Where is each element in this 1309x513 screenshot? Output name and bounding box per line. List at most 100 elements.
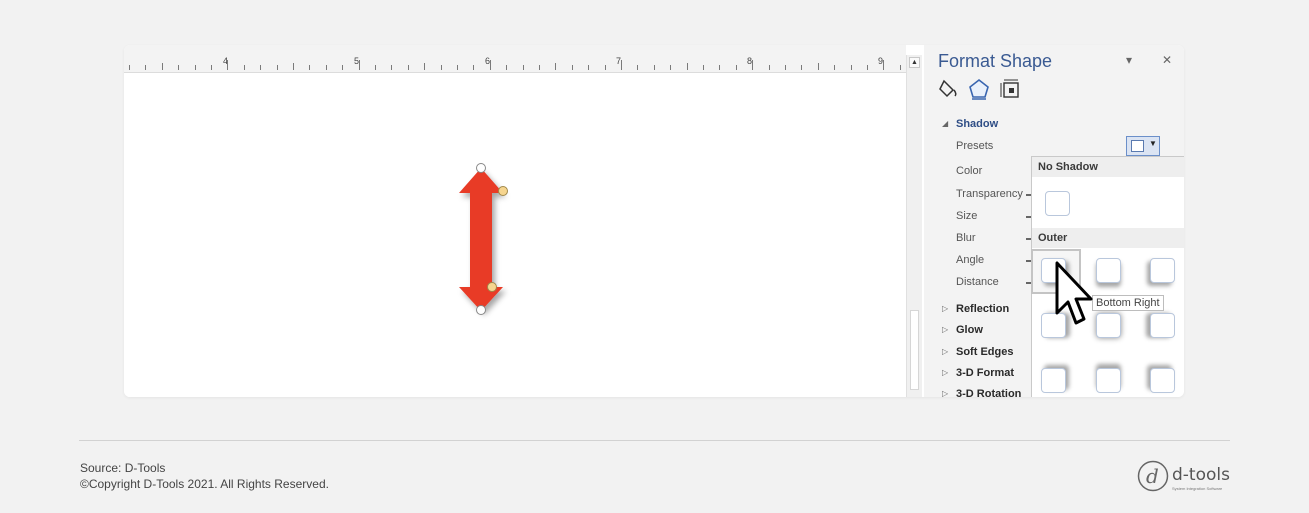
ruler-tick (441, 65, 442, 70)
ruler-tick (457, 65, 458, 70)
preset-outer-bottom-left[interactable] (1150, 258, 1175, 283)
section-3-d-rotation[interactable]: 3-D Rotation (956, 388, 1021, 397)
ruler-tick (129, 65, 130, 70)
ruler-tick (867, 65, 868, 70)
size-properties-icon[interactable] (1000, 78, 1022, 105)
footer-copyright: ©Copyright D-Tools 2021. All Rights Rese… (80, 477, 329, 491)
ruler-tick (736, 65, 737, 70)
ruler-tick (555, 63, 556, 70)
drawing-canvas[interactable] (124, 73, 906, 397)
pane-title: Format Shape (938, 51, 1053, 71)
ruler-tick (424, 63, 425, 70)
ruler-tick (162, 63, 163, 70)
screenshot-frame: 456789 ▲ Format Shape ▾ ✕ ◢ Shadow Prese… (124, 45, 1184, 397)
shadow-row-presets: Presets (956, 140, 994, 152)
section-reflection[interactable]: Reflection (956, 303, 1009, 315)
ruler-tick (523, 65, 524, 70)
fill-line-icon[interactable] (938, 78, 960, 105)
effects-icon[interactable] (968, 78, 990, 105)
shadow-row-transparency: Transparency (956, 188, 1023, 200)
ruler-tick (309, 65, 310, 70)
ruler-tick (654, 65, 655, 70)
ruler-tick (211, 65, 212, 70)
shadow-section-header[interactable]: Shadow (956, 118, 998, 130)
ruler-tick (834, 65, 835, 70)
ruler-tick (851, 65, 852, 70)
footer-source: Source: D-Tools (80, 461, 166, 475)
ruler-tick (473, 65, 474, 70)
section-soft-edges[interactable]: Soft Edges (956, 346, 1013, 358)
ruler-tick (572, 65, 573, 70)
preset-outer-bottom[interactable] (1096, 258, 1121, 283)
ruler-tick (588, 65, 589, 70)
ruler-tick (883, 60, 884, 70)
section-glow[interactable]: Glow (956, 324, 983, 336)
gallery-header-no-shadow: No Shadow (1032, 157, 1184, 177)
ruler-tick (342, 65, 343, 70)
pane-options-dropdown[interactable]: ▾ (1126, 53, 1132, 67)
selection-handle-bottom[interactable] (476, 305, 486, 315)
ruler-tick (785, 65, 786, 70)
ruler-tick (293, 63, 294, 70)
preset-outer-center[interactable] (1096, 313, 1121, 338)
ruler-tick (145, 65, 146, 70)
selection-handle-top[interactable] (476, 163, 486, 173)
ruler-tick (818, 63, 819, 70)
ruler-tick (244, 65, 245, 70)
collapsed-chevron-icon[interactable]: ▷ (942, 389, 948, 397)
d-tools-logo-icon: d (1137, 460, 1169, 492)
shadow-row-distance: Distance (956, 276, 999, 288)
ruler-tick (703, 65, 704, 70)
ruler-tick (178, 65, 179, 70)
svg-text:d: d (1146, 464, 1159, 488)
section-3-d-format[interactable]: 3-D Format (956, 367, 1014, 379)
shadow-expanded-icon[interactable]: ◢ (942, 119, 948, 128)
preset-outer-left[interactable] (1150, 313, 1175, 338)
ruler-tick (605, 65, 606, 70)
ruler-tick (801, 65, 802, 70)
ruler-tick (490, 60, 491, 70)
vertical-scrollbar[interactable]: ▲ (906, 55, 922, 397)
d-tools-logo-wordmark: d-tools (1172, 465, 1230, 485)
ruler-tick (687, 63, 688, 70)
preset-outer-top-left[interactable] (1150, 368, 1175, 393)
adjust-handle-head[interactable] (498, 186, 508, 196)
d-tools-logo-tagline: System Integration Software (1172, 486, 1223, 491)
canvas-svg (459, 163, 508, 315)
ruler-tick (375, 65, 376, 70)
preset-outer-top-right[interactable] (1041, 368, 1066, 393)
ruler-tick (408, 65, 409, 70)
ruler-tick (391, 65, 392, 70)
ruler-tick (539, 65, 540, 70)
shadow-row-blur: Blur (956, 232, 976, 244)
mouse-cursor-icon (1055, 261, 1093, 325)
ruler-tick (260, 65, 261, 70)
collapsed-chevron-icon[interactable]: ▷ (942, 304, 948, 313)
footer-divider (79, 440, 1230, 441)
ruler-tick (769, 65, 770, 70)
gallery-header-outer: Outer (1032, 228, 1184, 248)
collapsed-chevron-icon[interactable]: ▷ (942, 368, 948, 377)
pane-close-button[interactable]: ✕ (1162, 53, 1172, 67)
collapsed-chevron-icon[interactable]: ▷ (942, 347, 948, 356)
preset-outer-top[interactable] (1096, 368, 1121, 393)
presets-dropdown-button[interactable]: ▼ (1126, 136, 1160, 156)
ruler-tick (621, 60, 622, 70)
ruler-tick (506, 65, 507, 70)
ruler-tick (900, 65, 901, 70)
scroll-thumb[interactable] (910, 310, 919, 390)
collapsed-chevron-icon[interactable]: ▷ (942, 325, 948, 334)
ruler-tick (195, 65, 196, 70)
ruler-tick (227, 60, 228, 70)
ruler-tick (719, 65, 720, 70)
shadow-row-color: Color (956, 165, 983, 177)
ruler-tick (359, 60, 360, 70)
preset-no-shadow[interactable] (1045, 191, 1070, 216)
ruler-tick (637, 65, 638, 70)
double-arrow-shape[interactable] (459, 168, 503, 311)
ruler-tick (326, 65, 327, 70)
preset-tooltip: Bottom Right (1092, 295, 1164, 311)
scroll-up-button[interactable]: ▲ (909, 57, 920, 68)
chevron-down-icon: ▼ (1149, 139, 1157, 148)
adjust-handle-shaft[interactable] (487, 282, 497, 292)
